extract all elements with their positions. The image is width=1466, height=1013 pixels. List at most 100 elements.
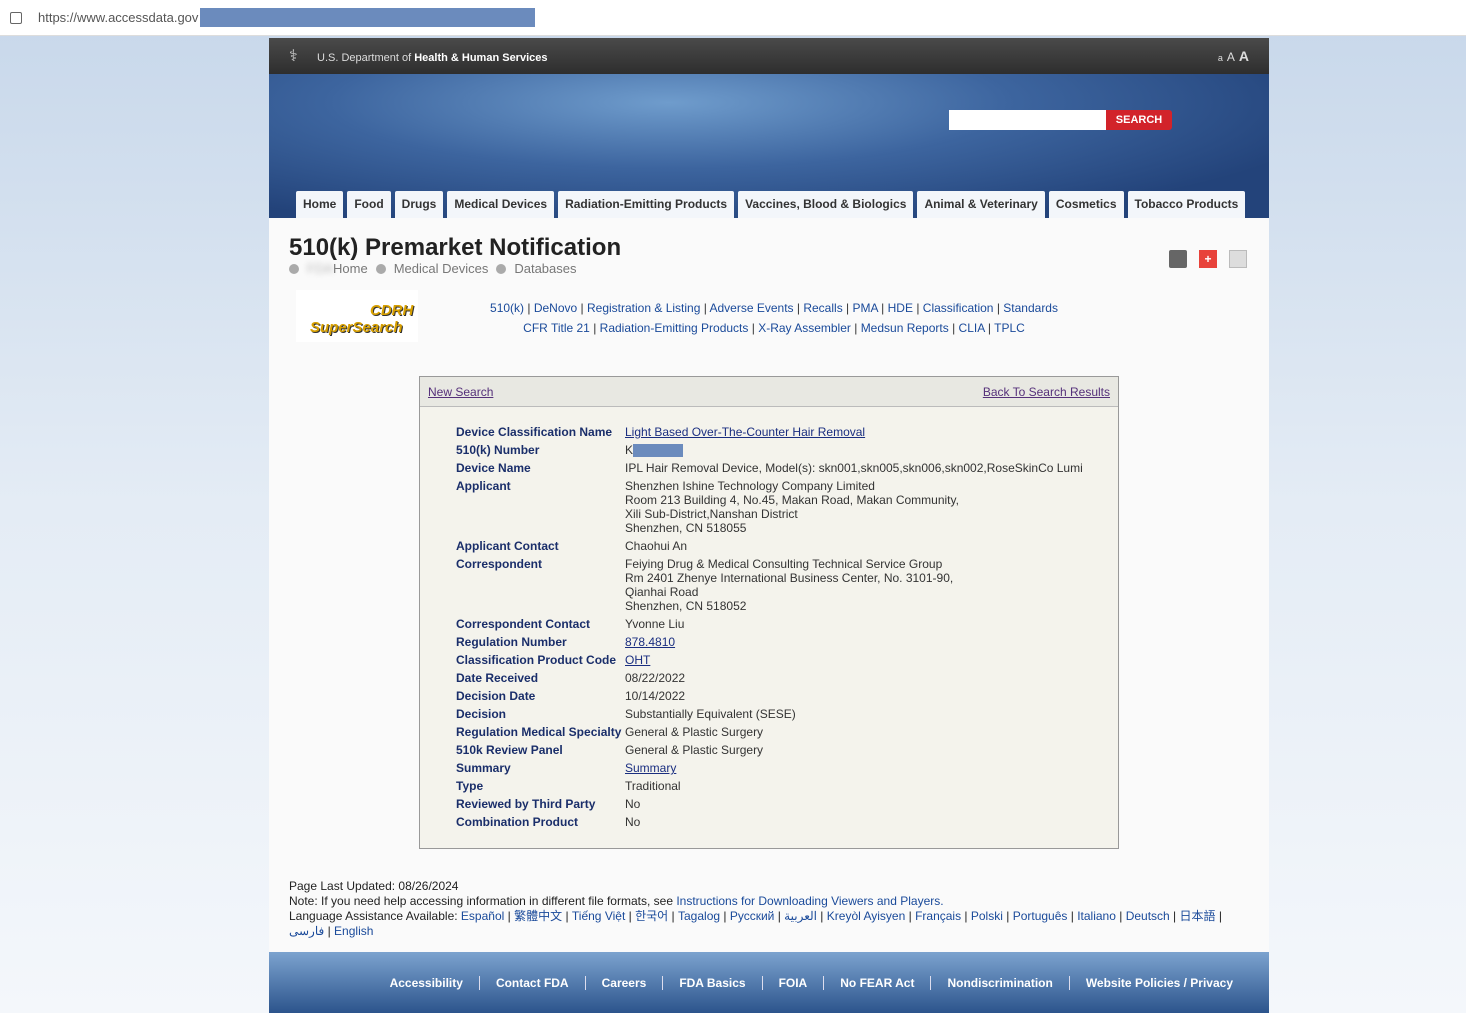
back-to-results-link[interactable]: Back To Search Results — [983, 385, 1110, 399]
db-link-registration-listing[interactable]: Registration & Listing — [587, 301, 700, 315]
url-text: https://www.accessdata.gov — [38, 10, 199, 25]
db-link-cfr-title-21[interactable]: CFR Title 21 — [523, 321, 590, 335]
detail-value: Summary — [625, 761, 676, 775]
breadcrumb-medical-devices[interactable]: Medical Devices — [394, 261, 489, 276]
footer-link-contact-fda[interactable]: Contact FDA — [478, 975, 585, 990]
print-icon[interactable] — [1169, 250, 1187, 268]
detail-label: Applicant Contact — [456, 539, 559, 554]
detail-text: Shenzhen Ishine Technology Company Limit… — [625, 479, 875, 494]
db-link-x-ray-assembler[interactable]: X-Ray Assembler — [758, 321, 851, 335]
email-icon[interactable] — [1229, 250, 1247, 268]
language-link[interactable]: English — [334, 924, 373, 938]
detail-text: Traditional — [625, 779, 681, 794]
language-link[interactable]: Deutsch — [1126, 909, 1170, 923]
language-link[interactable]: Tiếng Việt — [572, 909, 625, 923]
db-link-medsun-reports[interactable]: Medsun Reports — [861, 321, 949, 335]
record-details: Device Classification Name Light Based Ov… — [456, 425, 1083, 833]
detail-value: Substantially Equivalent (SESE) — [625, 707, 796, 721]
separator: | — [912, 301, 923, 315]
address-bar[interactable]: https://www.accessdata.gov — [0, 0, 1466, 36]
separator: | — [748, 321, 759, 335]
language-link[interactable]: 繁體中文 — [514, 909, 562, 923]
footer-link-fda-basics[interactable]: FDA Basics — [662, 975, 761, 990]
separator: | — [842, 301, 853, 315]
language-link[interactable]: Polski — [971, 909, 1003, 923]
nav-tab-radiation-emitting-products[interactable]: Radiation-Emitting Products — [558, 191, 735, 218]
footer-link-accessibility[interactable]: Accessibility — [374, 976, 479, 990]
new-search-link[interactable]: New Search — [428, 385, 493, 399]
footer-link-foia[interactable]: FOIA — [761, 975, 824, 990]
nav-tab-drugs[interactable]: Drugs — [394, 191, 444, 218]
language-link[interactable]: Italiano — [1077, 909, 1116, 923]
nav-tab-tobacco-products[interactable]: Tobacco Products — [1127, 191, 1246, 218]
db-link-standards[interactable]: Standards — [1003, 301, 1058, 315]
nav-tab-cosmetics[interactable]: Cosmetics — [1048, 191, 1124, 218]
detail-link[interactable]: 878.4810 — [625, 635, 675, 649]
footer-link-no-fear-act[interactable]: No FEAR Act — [823, 975, 930, 990]
separator: | — [877, 301, 888, 315]
db-link-tplc[interactable]: TPLC — [994, 321, 1025, 335]
breadcrumb-databases[interactable]: Databases — [514, 261, 576, 276]
separator: | — [793, 301, 804, 315]
nav-tab-home[interactable]: Home — [296, 191, 344, 218]
language-link[interactable]: Kreyòl Ayisyen — [827, 909, 906, 923]
viewers-link[interactable]: Instructions for Downloading Viewers and… — [676, 894, 943, 908]
site-footer: Accessibility Contact FDA Careers FDA Basic… — [269, 952, 1269, 1013]
cdrh-supersearch-logo[interactable]: CDRH SuperSearch — [296, 290, 418, 342]
text-size-medium[interactable]: A — [1227, 50, 1235, 64]
db-link-clia[interactable]: CLIA — [959, 321, 985, 335]
text-size-small[interactable]: a — [1218, 53, 1223, 63]
page-title: 510(k) Premarket Notification — [289, 234, 622, 261]
nav-tab-medical-devices[interactable]: Medical Devices — [447, 191, 555, 218]
separator: | — [504, 909, 515, 923]
separator: | — [993, 301, 1004, 315]
detail-text: General & Plastic Surgery — [625, 743, 764, 758]
share-plus-icon[interactable]: + — [1199, 250, 1217, 268]
language-link[interactable]: Français — [915, 909, 961, 923]
language-link[interactable]: Español — [461, 909, 504, 923]
db-link-radiation-emitting-products[interactable]: Radiation-Emitting Products — [600, 321, 749, 335]
search-button[interactable]: SEARCH — [1106, 110, 1172, 130]
language-link[interactable]: فارسی — [289, 924, 324, 938]
bullet-icon — [289, 263, 299, 274]
detail-link[interactable]: Summary — [625, 761, 676, 775]
db-link-recalls[interactable]: Recalls — [803, 301, 842, 315]
language-label: Language Assistance Available: — [289, 909, 458, 923]
nav-tab-vaccines-blood-biologics[interactable]: Vaccines, Blood & Biologics — [738, 191, 914, 218]
language-link[interactable]: Português — [1013, 909, 1068, 923]
detail-label: Classification Product Code — [456, 653, 617, 668]
language-link[interactable]: 한국어 — [635, 909, 668, 923]
db-link-510-k[interactable]: 510(k) — [490, 301, 524, 315]
db-link-denovo[interactable]: DeNovo — [534, 301, 577, 315]
nav-tab-food[interactable]: Food — [347, 191, 391, 218]
nav-tab-animal-veterinary[interactable]: Animal & Veterinary — [917, 191, 1045, 218]
footer-link-careers[interactable]: Careers — [584, 975, 663, 990]
footer-link-nondiscrimination[interactable]: Nondiscrimination — [930, 975, 1068, 990]
separator: | — [324, 924, 335, 938]
language-link[interactable]: Tagalog — [678, 909, 720, 923]
language-link[interactable]: Русский — [730, 909, 775, 923]
fda-page: ⚕ U.S. Department of Health & Human Servi… — [269, 38, 1269, 1013]
detail-value: General & Plastic Surgery — [625, 743, 763, 757]
text-size-large[interactable]: A — [1239, 48, 1249, 64]
detail-value: Traditional — [625, 779, 681, 793]
db-link-adverse-events[interactable]: Adverse Events — [710, 301, 794, 315]
detail-row: Summary Summary — [456, 761, 1083, 775]
lock-icon — [10, 11, 22, 24]
breadcrumb-home[interactable]: FDAHome — [307, 261, 368, 276]
detail-link[interactable]: Light Based Over-The-Counter Hair Remova… — [625, 425, 865, 439]
detail-row: Decision Substantially Equivalent (SESE) — [456, 707, 1083, 721]
db-link-pma[interactable]: PMA — [853, 301, 878, 315]
detail-row: Reviewed by Third Party No — [456, 797, 1083, 811]
language-link[interactable]: العربية — [784, 909, 817, 923]
db-link-classification[interactable]: Classification — [923, 301, 994, 315]
detail-text: Room 213 Building 4, No.45, Makan Road, … — [625, 493, 959, 508]
search-input[interactable] — [949, 110, 1106, 130]
detail-link[interactable]: OHT — [625, 653, 650, 667]
db-link-hde[interactable]: HDE — [888, 301, 913, 315]
detail-text: 08/22/2022 — [625, 671, 686, 686]
detail-row: Type Traditional — [456, 779, 1083, 793]
footer-link-website-policies-privacy[interactable]: Website Policies / Privacy — [1068, 975, 1249, 990]
language-link[interactable]: 日本語 — [1180, 909, 1216, 923]
hhs-eagle-icon: ⚕ — [289, 48, 298, 65]
